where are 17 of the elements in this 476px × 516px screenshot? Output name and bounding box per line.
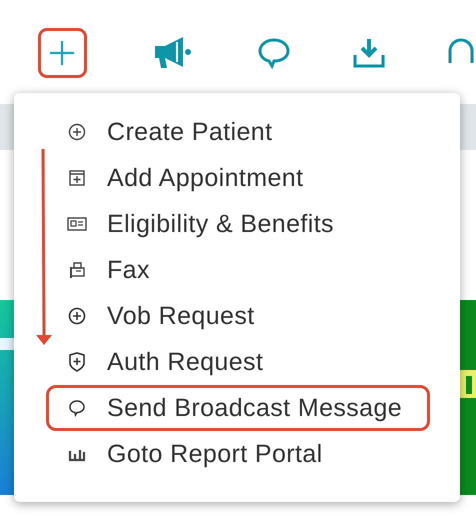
plus-circle-icon <box>68 123 86 141</box>
plus-icon <box>48 39 76 67</box>
id-card-icon <box>67 216 87 232</box>
chat-icon <box>68 399 86 417</box>
menu-item[interactable]: Eligibility & Benefits <box>46 201 430 247</box>
shield-plus-icon <box>68 352 86 372</box>
menu-item[interactable]: Goto Report Portal <box>46 431 430 477</box>
menu-item[interactable]: Auth Request <box>46 339 430 385</box>
menu-item[interactable]: Send Broadcast Message <box>46 385 430 431</box>
menu-item[interactable]: Add Appointment <box>46 155 430 201</box>
calendar-plus-icon <box>68 169 86 187</box>
menu-item[interactable]: Fax <box>46 247 430 293</box>
fax-icon <box>68 261 86 279</box>
plus-circle-icon <box>68 307 86 325</box>
add-button[interactable] <box>38 28 87 78</box>
menu-item[interactable]: Create Patient <box>46 109 430 155</box>
menu-item[interactable]: Vob Request <box>46 293 430 339</box>
